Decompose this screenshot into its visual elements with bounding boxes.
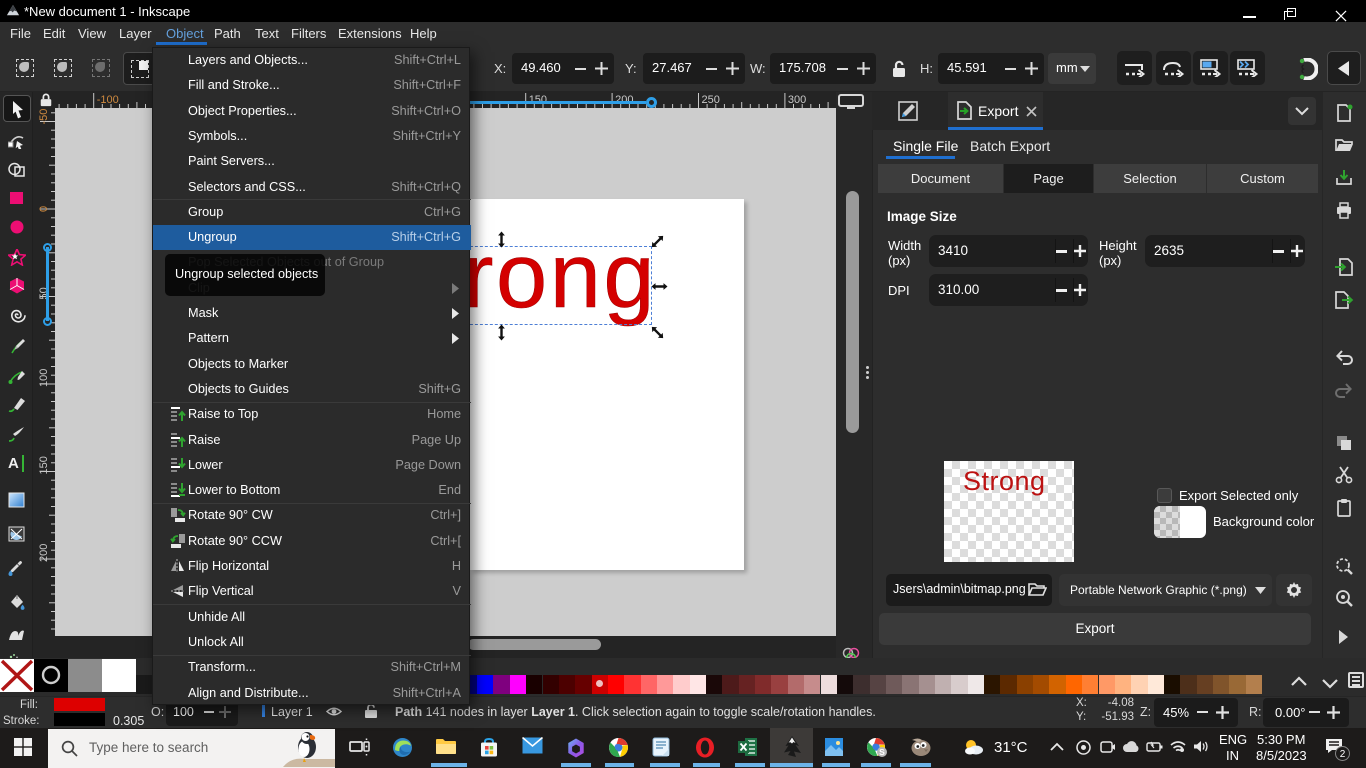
svg-text:150: 150 (38, 456, 50, 474)
svg-text:200: 200 (38, 544, 50, 562)
svg-text:-100: -100 (97, 94, 119, 106)
svg-text:0: 0 (38, 206, 50, 212)
svg-text:S: S (879, 747, 885, 757)
svg-text:100: 100 (38, 369, 50, 387)
svg-text:250: 250 (702, 94, 720, 106)
svg-text:200: 200 (615, 94, 633, 106)
svg-text:300: 300 (788, 94, 806, 106)
svg-text:150: 150 (529, 94, 547, 106)
svg-text:-50: -50 (38, 109, 50, 125)
